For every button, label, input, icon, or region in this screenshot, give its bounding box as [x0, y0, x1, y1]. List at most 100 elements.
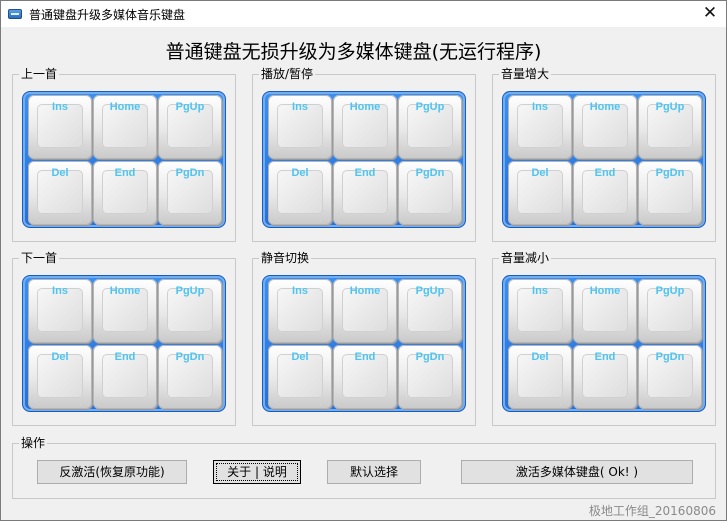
key-label: Ins [292, 101, 308, 113]
key-label: PgUp [655, 101, 685, 113]
key-pgup[interactable]: PgUp [158, 95, 222, 159]
activate-button[interactable]: 激活多媒体键盘( Ok! ) [461, 460, 693, 484]
key-del[interactable]: Del [28, 161, 92, 225]
deactivate-button[interactable]: 反激活(恢复原功能) [37, 460, 187, 484]
key-end[interactable]: End [93, 345, 157, 409]
key-home[interactable]: Home [333, 95, 397, 159]
keypad: Ins Home PgUp Del End PgDn [502, 91, 706, 228]
keypad: Ins Home PgUp Del End PgDn [22, 91, 226, 228]
key-label: Ins [532, 285, 548, 297]
keypad: Ins Home PgUp Del End PgDn [22, 275, 226, 412]
key-pgdn[interactable]: PgDn [398, 345, 462, 409]
group-prev-track: 上一首 Ins Home PgUp Del End PgDn [12, 67, 236, 242]
key-label: Del [531, 351, 549, 363]
close-button[interactable]: ✕ [694, 1, 726, 27]
footer-credit: 极地工作组_20160806 [588, 504, 716, 518]
key-end[interactable]: End [333, 161, 397, 225]
key-home[interactable]: Home [333, 279, 397, 343]
key-pgup[interactable]: PgUp [638, 95, 702, 159]
key-end[interactable]: End [573, 345, 637, 409]
key-ins[interactable]: Ins [268, 95, 332, 159]
key-label: Del [291, 167, 309, 179]
group-mute-toggle: 静音切换 Ins Home PgUp Del End PgDn [252, 251, 476, 426]
app-window: 普通键盘升级多媒体音乐键盘 ✕ 普通键盘无损升级为多媒体键盘(无运行程序) 上一… [0, 0, 727, 521]
key-label: Ins [292, 285, 308, 297]
key-pgdn[interactable]: PgDn [638, 345, 702, 409]
key-label: PgDn [415, 351, 445, 363]
key-home[interactable]: Home [93, 279, 157, 343]
key-pgdn[interactable]: PgDn [638, 161, 702, 225]
key-label: End [594, 167, 616, 179]
key-pgdn[interactable]: PgDn [158, 161, 222, 225]
group-label: 音量增大 [499, 67, 552, 81]
title-bar: 普通键盘升级多媒体音乐键盘 ✕ [1, 1, 726, 27]
key-del[interactable]: Del [508, 345, 572, 409]
key-pgup[interactable]: PgUp [398, 95, 462, 159]
key-label: PgDn [175, 351, 205, 363]
key-label: Del [51, 351, 69, 363]
key-ins[interactable]: Ins [28, 95, 92, 159]
default-select-button[interactable]: 默认选择 [327, 460, 421, 484]
group-label: 静音切换 [259, 251, 312, 265]
group-volume-down: 音量减小 Ins Home PgUp Del End PgDn [492, 251, 716, 426]
keypad: Ins Home PgUp Del End PgDn [262, 91, 466, 228]
key-del[interactable]: Del [508, 161, 572, 225]
key-label: Home [349, 285, 381, 297]
key-label: PgUp [175, 101, 205, 113]
key-label: End [114, 351, 136, 363]
group-label: 音量减小 [499, 251, 552, 265]
key-label: Del [531, 167, 549, 179]
key-label: Ins [532, 101, 548, 113]
key-label: End [114, 167, 136, 179]
key-pgup[interactable]: PgUp [398, 279, 462, 343]
key-label: End [354, 351, 376, 363]
key-label: PgDn [175, 167, 205, 179]
key-pgup[interactable]: PgUp [158, 279, 222, 343]
key-pgdn[interactable]: PgDn [398, 161, 462, 225]
key-label: Home [109, 101, 141, 113]
key-del[interactable]: Del [268, 161, 332, 225]
key-label: PgUp [175, 285, 205, 297]
key-label: End [354, 167, 376, 179]
key-label: Del [51, 167, 69, 179]
key-del[interactable]: Del [268, 345, 332, 409]
key-label: PgDn [655, 351, 685, 363]
keyboard-icon [8, 9, 22, 19]
keypad: Ins Home PgUp Del End PgDn [502, 275, 706, 412]
key-ins[interactable]: Ins [268, 279, 332, 343]
key-label: PgUp [415, 101, 445, 113]
about-button-label: 关于 | 说明 [227, 465, 287, 479]
key-label: PgUp [655, 285, 685, 297]
key-label: Home [109, 285, 141, 297]
key-home[interactable]: Home [573, 95, 637, 159]
key-label: PgDn [655, 167, 685, 179]
key-label: Ins [52, 285, 68, 297]
key-label: End [594, 351, 616, 363]
key-home[interactable]: Home [93, 95, 157, 159]
keypad: Ins Home PgUp Del End PgDn [262, 275, 466, 412]
key-label: Home [349, 101, 381, 113]
key-label: PgUp [415, 285, 445, 297]
key-pgup[interactable]: PgUp [638, 279, 702, 343]
group-next-track: 下一首 Ins Home PgUp Del End PgDn [12, 251, 236, 426]
key-ins[interactable]: Ins [28, 279, 92, 343]
key-label: Ins [52, 101, 68, 113]
key-label: Del [291, 351, 309, 363]
key-label: Home [589, 101, 621, 113]
group-label: 下一首 [19, 251, 60, 265]
key-end[interactable]: End [333, 345, 397, 409]
about-button[interactable]: 关于 | 说明 [213, 460, 301, 484]
key-end[interactable]: End [93, 161, 157, 225]
key-ins[interactable]: Ins [508, 95, 572, 159]
key-ins[interactable]: Ins [508, 279, 572, 343]
window-title: 普通键盘升级多媒体音乐键盘 [29, 8, 186, 22]
page-heading: 普通键盘无损升级为多媒体键盘(无运行程序) [165, 41, 542, 63]
key-del[interactable]: Del [28, 345, 92, 409]
group-volume-up: 音量增大 Ins Home PgUp Del End PgDn [492, 67, 716, 242]
group-label: 操作 [19, 436, 48, 450]
group-play-pause: 播放/暂停 Ins Home PgUp Del End PgDn [252, 67, 476, 242]
key-end[interactable]: End [573, 161, 637, 225]
key-label: Home [589, 285, 621, 297]
key-pgdn[interactable]: PgDn [158, 345, 222, 409]
key-home[interactable]: Home [573, 279, 637, 343]
